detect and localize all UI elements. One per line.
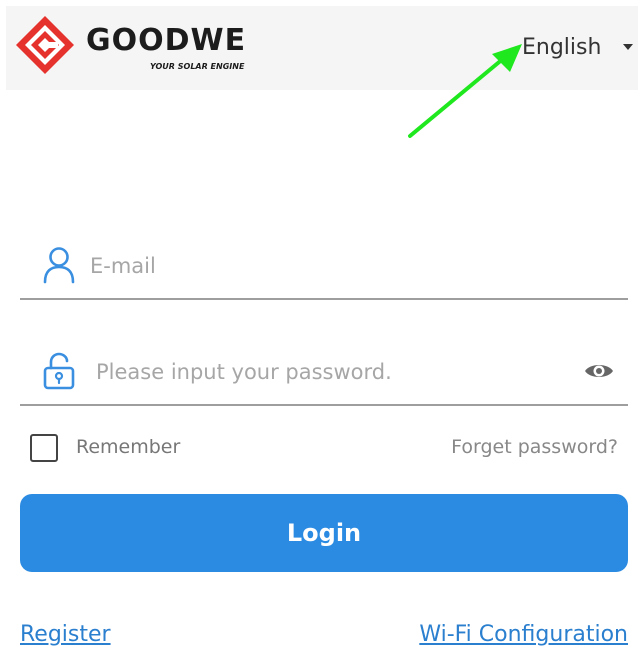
login-page: GOODWE YOUR SOLAR ENGINE English E-mail …	[0, 0, 642, 650]
language-select[interactable]: English	[522, 30, 634, 64]
app-header: GOODWE YOUR SOLAR ENGINE English	[6, 6, 638, 90]
language-label: English	[522, 34, 602, 60]
chevron-down-icon	[623, 44, 634, 50]
annotation-arrow-icon	[408, 44, 522, 138]
forget-password-link[interactable]: Forget password?	[451, 436, 618, 458]
goodwe-logo-icon	[16, 16, 74, 74]
remember-label[interactable]: Remember	[76, 436, 180, 458]
lock-icon	[43, 352, 75, 390]
goodwe-logo: GOODWE YOUR SOLAR ENGINE	[14, 14, 274, 80]
password-field-container	[20, 330, 628, 406]
email-field-container	[20, 226, 628, 300]
password-input[interactable]	[96, 352, 576, 392]
wifi-configuration-link[interactable]: Wi-Fi Configuration	[419, 622, 628, 647]
email-input[interactable]	[90, 246, 570, 286]
remember-row: Remember Forget password?	[30, 434, 620, 468]
user-icon	[43, 247, 75, 284]
login-button[interactable]: Login	[20, 494, 628, 572]
remember-checkbox[interactable]	[30, 434, 58, 462]
eye-icon[interactable]	[584, 360, 614, 382]
register-link[interactable]: Register	[20, 622, 111, 647]
brand-name: GOODWE	[86, 23, 247, 58]
brand-tagline: YOUR SOLAR ENGINE	[150, 62, 245, 71]
